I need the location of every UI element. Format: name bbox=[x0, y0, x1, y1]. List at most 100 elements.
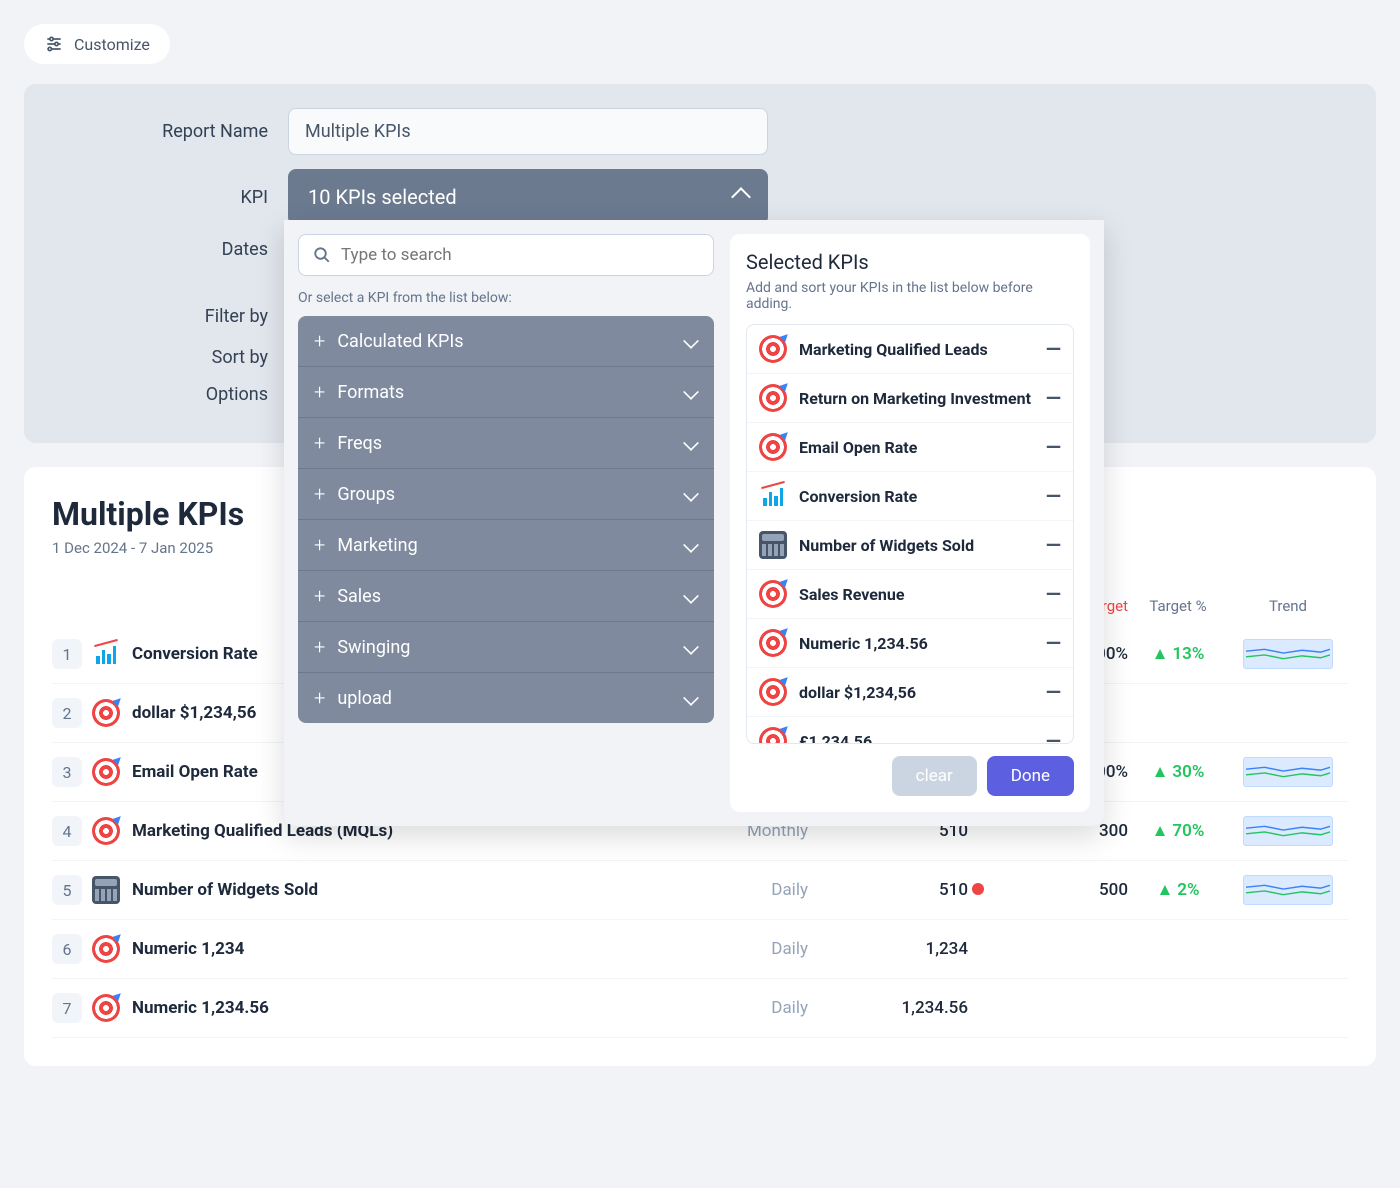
chart-icon bbox=[92, 640, 120, 668]
chevron-down-icon bbox=[683, 435, 699, 451]
category-label: Marketing bbox=[337, 535, 417, 556]
row-number: 7 bbox=[52, 993, 82, 1023]
kpi-category-item[interactable]: + Marketing bbox=[298, 520, 714, 571]
target-icon bbox=[92, 758, 120, 786]
calculator-icon bbox=[759, 531, 787, 559]
kpi-category-item[interactable]: +Formats bbox=[298, 367, 714, 418]
plus-icon: + bbox=[314, 482, 325, 506]
category-label: Calculated KPIs bbox=[337, 331, 463, 352]
kpi-value: 1,234 bbox=[808, 939, 968, 959]
report-name-input[interactable] bbox=[288, 108, 768, 155]
remove-icon[interactable]: — bbox=[1046, 435, 1061, 459]
selected-kpi-item[interactable]: Email Open Rate— bbox=[747, 423, 1073, 472]
remove-icon[interactable]: — bbox=[1046, 631, 1061, 655]
filter-label: Filter by bbox=[48, 306, 268, 327]
kpi-value: 510 bbox=[808, 880, 968, 900]
kpi-category-list: +Calculated KPIs+Formats+Freqs+Groups+Ma… bbox=[298, 316, 714, 723]
selected-kpi-item[interactable]: Marketing Qualified Leads— bbox=[747, 325, 1073, 374]
kpi-helper-text: Or select a KPI from the list below: bbox=[298, 290, 714, 306]
target-icon bbox=[759, 335, 787, 363]
customize-button[interactable]: Customize bbox=[24, 24, 170, 64]
plus-icon: + bbox=[314, 533, 325, 557]
kpi-category-item[interactable]: + Groups bbox=[298, 469, 714, 520]
kpi-category-item[interactable]: +Freqs bbox=[298, 418, 714, 469]
selected-kpi-name: Numeric 1,234.56 bbox=[799, 634, 1034, 653]
customize-label: Customize bbox=[74, 35, 150, 54]
chevron-down-icon bbox=[683, 537, 699, 553]
sparkline bbox=[1243, 816, 1333, 846]
row-number: 6 bbox=[52, 934, 82, 964]
selected-kpi-item[interactable]: Sales Revenue— bbox=[747, 570, 1073, 619]
config-panel: Report Name KPI 10 KPIs selected Dates F… bbox=[24, 84, 1376, 443]
table-row[interactable]: 5Number of Widgets SoldDaily510500▲ 2% bbox=[52, 861, 1348, 920]
category-label: Freqs bbox=[337, 433, 382, 454]
chevron-down-icon bbox=[683, 639, 699, 655]
arrow-up-icon: ▲ bbox=[1152, 821, 1169, 841]
target-icon bbox=[759, 384, 787, 412]
sort-label: Sort by bbox=[48, 347, 268, 368]
row-number: 4 bbox=[52, 816, 82, 846]
kpi-name: Number of Widgets Sold bbox=[132, 880, 668, 900]
kpi-category-item[interactable]: + upload bbox=[298, 673, 714, 723]
chevron-down-icon bbox=[683, 384, 699, 400]
row-number: 5 bbox=[52, 875, 82, 905]
remove-icon[interactable]: — bbox=[1046, 582, 1061, 606]
selected-kpi-item[interactable]: dollar $1,234,56— bbox=[747, 668, 1073, 717]
plus-icon: + bbox=[314, 686, 325, 710]
remove-icon[interactable]: — bbox=[1046, 729, 1061, 744]
done-button[interactable]: Done bbox=[987, 756, 1074, 796]
chevron-up-icon bbox=[731, 187, 751, 207]
selected-kpi-name: Number of Widgets Sold bbox=[799, 536, 1034, 555]
clear-button[interactable]: clear bbox=[892, 756, 977, 796]
search-icon bbox=[313, 246, 331, 264]
row-number: 2 bbox=[52, 698, 82, 728]
kpi-name: Numeric 1,234 bbox=[132, 939, 668, 959]
target-icon bbox=[92, 699, 120, 727]
selected-kpi-name: £1,234.56 bbox=[799, 732, 1034, 745]
table-row[interactable]: 7Numeric 1,234.56Daily1,234.56 bbox=[52, 979, 1348, 1038]
sparkline bbox=[1243, 875, 1333, 905]
selected-kpi-item[interactable]: Number of Widgets Sold — bbox=[747, 521, 1073, 570]
kpi-category-item[interactable]: + Calculated KPIs bbox=[298, 316, 714, 367]
kpi-target-pct: ▲ 13% bbox=[1128, 644, 1228, 664]
selected-kpi-item[interactable]: Conversion Rate— bbox=[747, 472, 1073, 521]
kpi-dropdown-button[interactable]: 10 KPIs selected bbox=[288, 169, 768, 225]
category-label: upload bbox=[337, 688, 392, 709]
remove-icon[interactable]: — bbox=[1046, 386, 1061, 410]
remove-icon[interactable]: — bbox=[1046, 533, 1061, 557]
kpi-value: 1,234.56 bbox=[808, 998, 968, 1018]
header-trend: Trend bbox=[1228, 597, 1348, 615]
kpi-category-item[interactable]: +Sales bbox=[298, 571, 714, 622]
sliders-icon bbox=[44, 34, 64, 54]
remove-icon[interactable]: — bbox=[1046, 680, 1061, 704]
chevron-down-icon bbox=[683, 333, 699, 349]
arrow-up-icon: ▲ bbox=[1152, 762, 1169, 782]
kpi-button-text: 10 KPIs selected bbox=[308, 185, 457, 209]
arrow-up-icon: ▲ bbox=[1156, 880, 1173, 900]
kpi-search-input[interactable] bbox=[341, 245, 699, 265]
selected-kpis-list[interactable]: Marketing Qualified Leads—Return on Mark… bbox=[746, 324, 1074, 744]
remove-icon[interactable]: — bbox=[1046, 337, 1061, 361]
plus-icon: + bbox=[314, 329, 325, 353]
target-icon bbox=[759, 433, 787, 461]
kpi-search-box[interactable] bbox=[298, 234, 714, 276]
chart-icon bbox=[759, 482, 787, 510]
chevron-down-icon bbox=[683, 588, 699, 604]
arrow-up-icon: ▲ bbox=[1152, 644, 1169, 664]
category-label: Groups bbox=[337, 484, 395, 505]
kpi-target: 500 bbox=[988, 880, 1128, 900]
target-icon bbox=[92, 994, 120, 1022]
status-dot bbox=[972, 883, 984, 895]
remove-icon[interactable]: — bbox=[1046, 484, 1061, 508]
selected-kpis-title: Selected KPIs bbox=[746, 250, 1074, 274]
sparkline bbox=[1243, 757, 1333, 787]
selected-kpi-item[interactable]: Numeric 1,234.56 — bbox=[747, 619, 1073, 668]
selected-kpi-item[interactable]: £1,234.56 — bbox=[747, 717, 1073, 744]
plus-icon: + bbox=[314, 584, 325, 608]
kpi-category-item[interactable]: +Swinging bbox=[298, 622, 714, 673]
report-name-label: Report Name bbox=[48, 121, 268, 142]
target-icon bbox=[92, 817, 120, 845]
selected-kpi-item[interactable]: Return on Marketing Investment— bbox=[747, 374, 1073, 423]
row-number: 3 bbox=[52, 757, 82, 787]
table-row[interactable]: 6Numeric 1,234Daily1,234 bbox=[52, 920, 1348, 979]
